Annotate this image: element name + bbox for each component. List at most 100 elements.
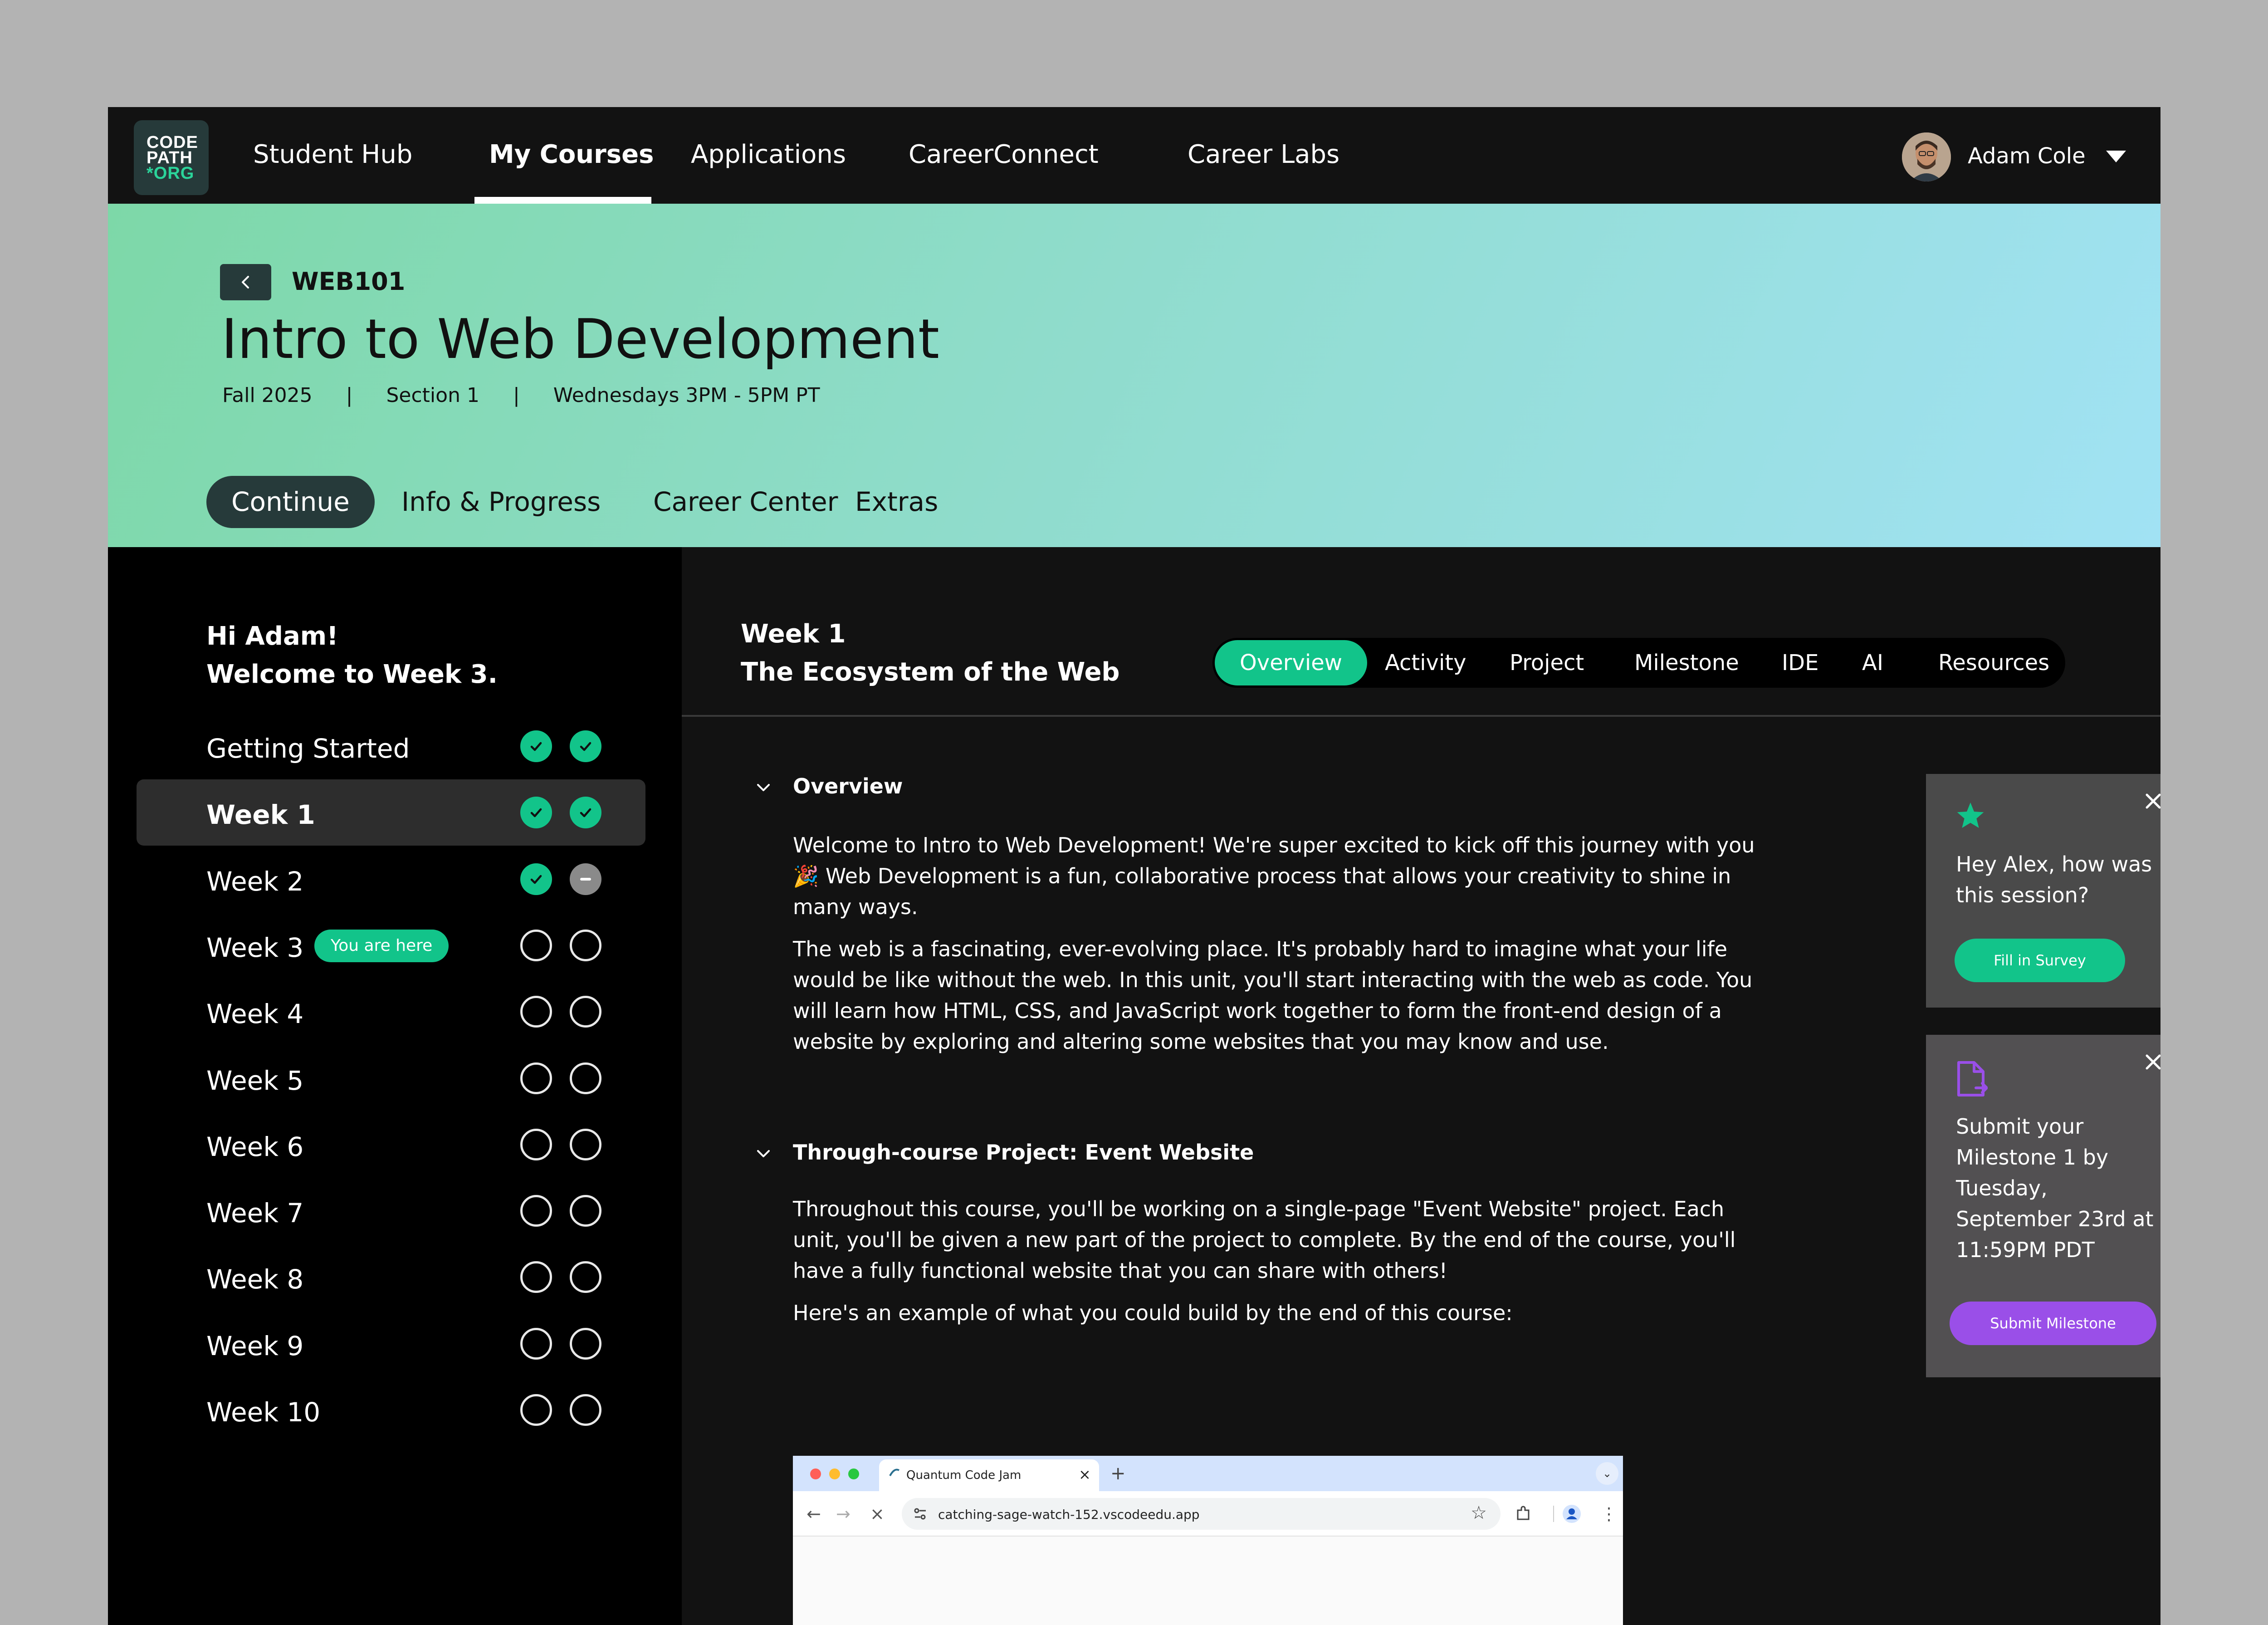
nav-career-labs[interactable]: Career Labs [1188, 140, 1339, 169]
fill-survey-button[interactable]: Fill in Survey [1955, 939, 2125, 982]
nav-my-courses[interactable]: My Courses [489, 140, 654, 169]
more-vertical-icon: ⋮ [1600, 1504, 1618, 1524]
week-sidebar: Hi Adam! Welcome to Week 3. Getting Star… [108, 547, 682, 1625]
sidebar-week-item[interactable]: Week 1 [137, 779, 645, 846]
survey-card: Hey Alex, how was this session? Fill in … [1926, 774, 2160, 1008]
sidebar-week-item[interactable]: Week 9 [137, 1311, 645, 1377]
milestone-text: Submit your Milestone 1 by Tuesday, Sept… [1956, 1114, 2154, 1262]
tab-overview[interactable]: Overview [1215, 640, 1367, 685]
tab-continue[interactable]: Continue [206, 476, 375, 528]
close-icon[interactable] [2143, 791, 2160, 811]
empty-circle-icon [520, 1261, 552, 1293]
logo-line-1: CODE [147, 132, 198, 152]
sidebar-week-label: Week 10 [206, 1397, 321, 1428]
course-term: Fall 2025 [222, 384, 313, 407]
logo-line-2: PATH [147, 148, 193, 167]
course-code: WEB101 [292, 267, 406, 296]
close-icon[interactable] [2143, 1052, 2160, 1072]
tab-career-center[interactable]: Career Center [653, 476, 838, 528]
sidebar-week-label: Week 7 [206, 1198, 304, 1229]
back-arrow-icon: ← [807, 1504, 821, 1524]
sidebar-week-label: Week 3 [206, 932, 304, 963]
app-window: CODE PATH *ORG Student Hub My Courses Ap… [108, 107, 2160, 1625]
sidebar-week-label: Week 6 [206, 1131, 304, 1162]
user-menu-caret-icon[interactable] [2106, 151, 2126, 162]
sidebar-week-item[interactable]: Week 10 [137, 1377, 645, 1443]
sidebar-week-item[interactable]: Week 4 [137, 979, 645, 1045]
tab-info-progress[interactable]: Info & Progress [401, 476, 601, 528]
new-tab-icon: + [1110, 1463, 1126, 1484]
star-icon: ☆ [1471, 1503, 1487, 1523]
address-bar-url: catching-sage-watch-152.vscodeedu.app [938, 1507, 1200, 1522]
empty-circle-icon [570, 1261, 601, 1293]
empty-circle-icon [570, 929, 601, 961]
nav-student-hub[interactable]: Student Hub [253, 140, 412, 169]
divider [682, 715, 2160, 717]
empty-circle-icon [570, 1394, 601, 1426]
star-icon [1957, 803, 1984, 828]
tab-milestone[interactable]: Milestone [1634, 640, 1739, 685]
browser-tab-title: Quantum Code Jam [906, 1468, 1022, 1482]
address-bar: catching-sage-watch-152.vscodeedu.app ☆ [902, 1498, 1501, 1530]
you-are-here-badge: You are here [314, 929, 449, 962]
milestone-card: Submit your Milestone 1 by Tuesday, Sept… [1926, 1035, 2160, 1377]
sidebar-week-item[interactable]: Week 8 [137, 1244, 645, 1310]
sidebar-week-item[interactable]: Week 3 You are here [137, 912, 645, 979]
sidebar-week-label: Week 2 [206, 866, 304, 897]
user-name[interactable]: Adam Cole [1968, 143, 2086, 169]
chevron-down-icon[interactable] [754, 1145, 772, 1163]
avatar[interactable] [1902, 132, 1951, 181]
sidebar-week-item[interactable]: Getting Started [137, 713, 645, 779]
minimize-dot-icon [829, 1468, 840, 1479]
sidebar-week-label: Week 9 [206, 1330, 304, 1361]
back-button[interactable] [220, 264, 271, 300]
tab-ide[interactable]: IDE [1782, 640, 1818, 685]
course-section: Section 1 [386, 384, 479, 407]
tab-project[interactable]: Project [1510, 640, 1584, 685]
empty-circle-icon [570, 1128, 601, 1160]
codepath-logo[interactable]: CODE PATH *ORG [134, 120, 209, 195]
check-circle-icon [520, 797, 552, 829]
check-circle-icon [520, 730, 552, 762]
document-upload-icon [1957, 1061, 1988, 1096]
sidebar-week-item[interactable]: Week 6 [137, 1111, 645, 1178]
sidebar-week-label: Week 1 [206, 799, 315, 831]
survey-text: Hey Alex, how was this session? [1956, 852, 2152, 907]
greeting-line-2: Welcome to Week 3. [206, 660, 498, 689]
content-tabs: Overview Activity Project Milestone IDE … [1212, 638, 2065, 688]
overview-paragraph-2: The web is a fascinating, ever-evolving … [793, 937, 1753, 1054]
sidebar-week-item[interactable]: Week 7 [137, 1178, 645, 1244]
week-label: Week 1 [741, 619, 846, 649]
chevron-down-icon: ⌄ [1596, 1462, 1618, 1485]
empty-circle-icon [570, 1327, 601, 1360]
overview-section-title[interactable]: Overview [793, 774, 903, 798]
tab-ai[interactable]: AI [1862, 640, 1883, 685]
submit-milestone-button[interactable]: Submit Milestone [1950, 1302, 2156, 1345]
extensions-icon [1517, 1506, 1530, 1520]
close-dot-icon [810, 1468, 821, 1479]
logo-line-3: *ORG [147, 163, 195, 183]
chevron-down-icon[interactable] [754, 778, 772, 797]
sidebar-week-label: Week 4 [206, 998, 304, 1030]
empty-circle-icon [570, 1062, 601, 1094]
project-section-title[interactable]: Through-course Project: Event Website [793, 1140, 1254, 1165]
nav-careerconnect[interactable]: CareerConnect [909, 140, 1099, 169]
tab-extras[interactable]: Extras [855, 476, 938, 528]
tab-activity[interactable]: Activity [1385, 640, 1466, 685]
empty-circle-icon [520, 1327, 552, 1360]
course-meta: Fall 2025 | Section 1 | Wednesdays 3PM -… [222, 384, 820, 407]
sidebar-week-item[interactable]: Week 5 [137, 1045, 645, 1111]
nav-applications[interactable]: Applications [691, 140, 846, 169]
sidebar-week-label: Getting Started [206, 733, 410, 764]
browser-toolbar: ← → × catching-sage-watch-152.vscodeedu.… [793, 1491, 1623, 1537]
week-title: The Ecosystem of the Web [741, 657, 1120, 687]
course-title: Intro to Web Development [221, 308, 939, 371]
tab-resources[interactable]: Resources [1938, 640, 2049, 685]
top-nav: CODE PATH *ORG Student Hub My Courses Ap… [108, 107, 2160, 204]
close-icon: × [1079, 1466, 1091, 1483]
sidebar-week-item[interactable]: Week 2 [137, 846, 645, 912]
empty-circle-icon [520, 929, 552, 961]
profile-icon [1563, 1505, 1581, 1523]
greeting: Hi Adam! Welcome to Week 3. [206, 617, 498, 694]
browser-tab-bar: Quantum Code Jam × + ⌄ [793, 1456, 1623, 1491]
